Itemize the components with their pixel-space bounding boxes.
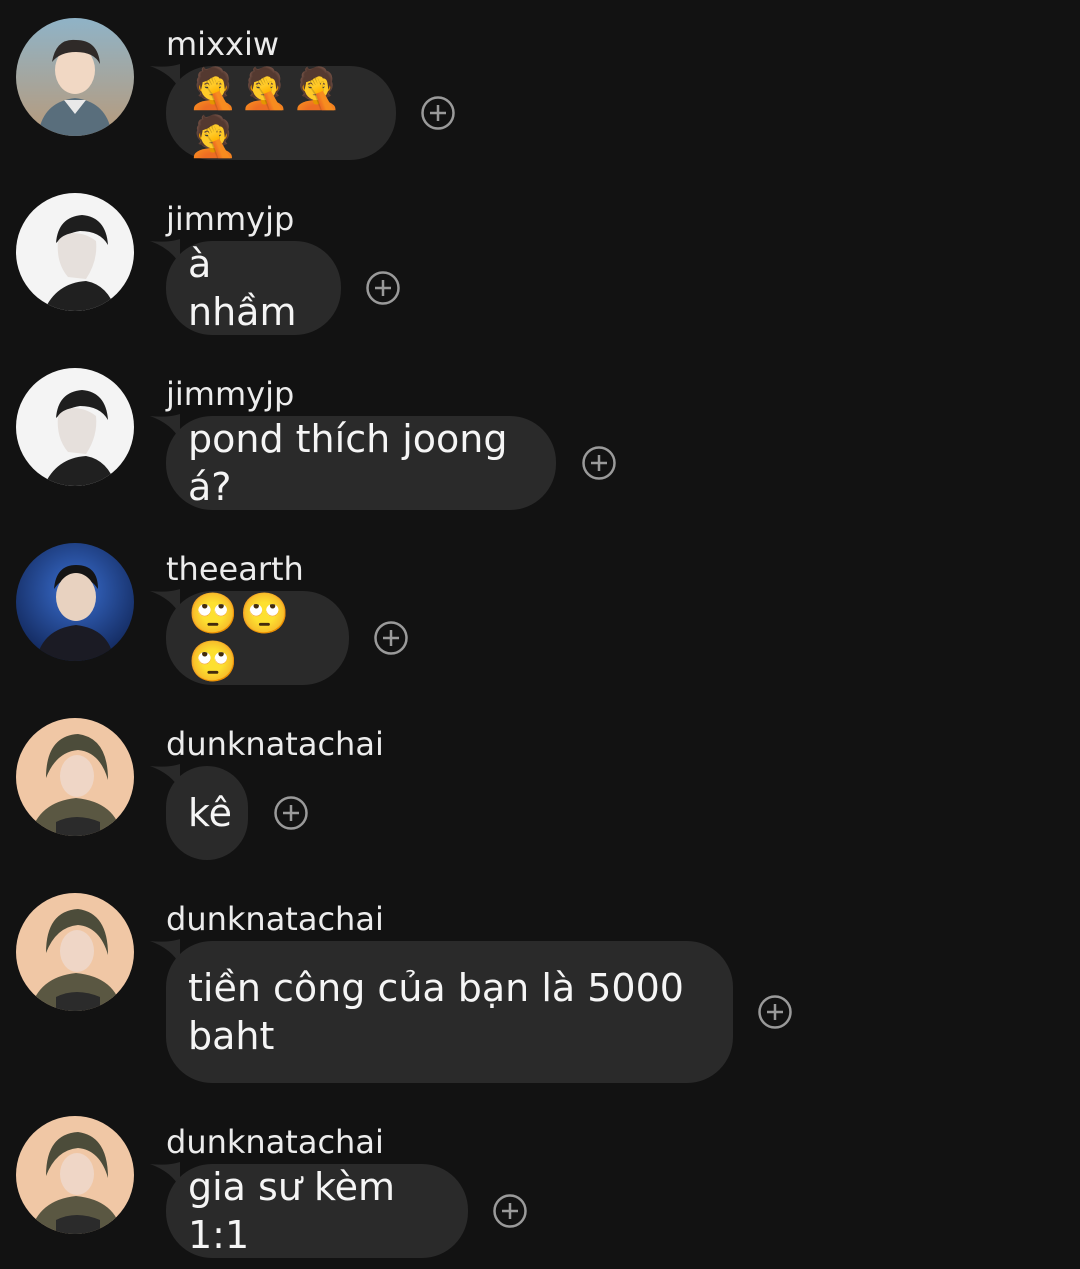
message-text: à nhầm	[188, 242, 297, 334]
avatar[interactable]	[16, 368, 134, 486]
message-text: 🤦🤦🤦🤦	[188, 66, 344, 160]
add-reaction-icon[interactable]	[365, 270, 401, 306]
message-text: pond thích joong á?	[188, 417, 520, 509]
message-bubble[interactable]: kê	[166, 766, 248, 860]
chat-thread: mixxiw 🤦🤦🤦🤦 jimmyjp à nhầm jimmyjp pond …	[0, 0, 1080, 1269]
username[interactable]: dunknatachai	[166, 899, 384, 939]
avatar[interactable]	[16, 18, 134, 136]
avatar[interactable]	[16, 1116, 134, 1234]
message-text: tiền công của bạn là 5000 baht	[188, 966, 684, 1058]
user-avatar-photo-icon	[16, 893, 134, 1011]
avatar[interactable]	[16, 718, 134, 836]
user-avatar-photo-icon	[16, 543, 134, 661]
message-text: gia sư kèm 1:1	[188, 1165, 408, 1257]
message-text: 🙄🙄🙄	[188, 591, 292, 685]
avatar[interactable]	[16, 893, 134, 1011]
username[interactable]: mixxiw	[166, 24, 279, 64]
avatar[interactable]	[16, 193, 134, 311]
message-bubble[interactable]: 🙄🙄🙄	[166, 591, 349, 685]
message-bubble[interactable]: gia sư kèm 1:1	[166, 1164, 468, 1258]
avatar[interactable]	[16, 543, 134, 661]
username[interactable]: theearth	[166, 549, 304, 589]
username[interactable]: dunknatachai	[166, 1122, 384, 1162]
message-bubble[interactable]: 🤦🤦🤦🤦	[166, 66, 396, 160]
user-avatar-photo-icon	[16, 193, 134, 311]
username[interactable]: jimmyjp	[166, 199, 294, 239]
add-reaction-icon[interactable]	[757, 994, 793, 1030]
message-bubble[interactable]: à nhầm	[166, 241, 341, 335]
add-reaction-icon[interactable]	[420, 95, 456, 131]
user-avatar-photo-icon	[16, 18, 134, 136]
add-reaction-icon[interactable]	[492, 1193, 528, 1229]
username[interactable]: jimmyjp	[166, 374, 294, 414]
add-reaction-icon[interactable]	[373, 620, 409, 656]
username[interactable]: dunknatachai	[166, 724, 384, 764]
add-reaction-icon[interactable]	[581, 445, 617, 481]
user-avatar-photo-icon	[16, 368, 134, 486]
add-reaction-icon[interactable]	[273, 795, 309, 831]
message-text: kê	[188, 791, 233, 835]
message-bubble[interactable]: pond thích joong á?	[166, 416, 556, 510]
message-bubble[interactable]: tiền công của bạn là 5000 baht	[166, 941, 733, 1083]
user-avatar-photo-icon	[16, 718, 134, 836]
user-avatar-photo-icon	[16, 1116, 134, 1234]
